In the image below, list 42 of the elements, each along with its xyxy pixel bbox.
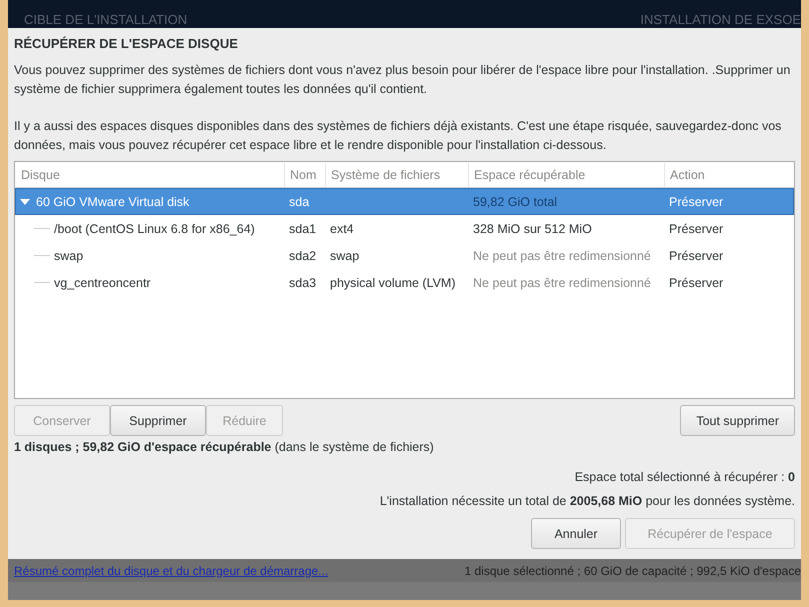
table-cell: ext4: [330, 222, 354, 236]
table-cell: 60 GiO VMware Virtual disk: [36, 194, 190, 208]
table-cell: /boot (CentOS Linux 6.8 for x86_64): [54, 222, 255, 236]
description-text: Il y a aussi des espaces disques disponibles dans des systèmes de fichiers déjà existants. C'est une étape risquée, sauvegardez-donc vos données, mais vous pouvez récupérer cet espace libre et le rendre disponible pour l'installation ci-dessous.: [14, 118, 782, 154]
table-cell: sda: [289, 194, 310, 208]
table-cell: swap: [54, 248, 84, 262]
cancel-button[interactable]: Annuler: [531, 518, 621, 549]
summary-text: 1 disques ; 59,82 GiO d'espace récupérable (dans le système de fichiers): [14, 439, 435, 456]
table-cell: Préserver: [669, 276, 724, 290]
table-cell: sda3: [289, 276, 316, 290]
column-header[interactable]: Système de fichiers: [325, 163, 468, 187]
selected-row[interactable]: 60 GiO VMware Virtual disk sda 59,82 GiO total Préserver: [15, 188, 794, 215]
page-title: CIBLE DE L'INSTALLATION: [24, 12, 188, 28]
table-row[interactable]: swap sda2 swap Ne peut pas être redimensionné Préserver: [15, 242, 794, 269]
table-cell: Préserver: [669, 222, 724, 236]
description-text: Vous pouvez supprimer des systèmes de fichiers dont vous n'avez plus besoin pour libérer de l'espace libre pour l'installation. .Supprimer un système de fichier supprimera également toutes les données qu'il contient.: [14, 62, 792, 98]
table-cell: Préserver: [669, 194, 724, 208]
table-cell: Ne peut pas être redimensionné: [473, 248, 651, 262]
table-cell: 59,82 GiO total: [473, 194, 558, 208]
table-row[interactable]: /boot (CentOS Linux 6.8 for x86_64) sda1 ext4 328 MiO sur 512 MiO Préserver: [15, 215, 794, 242]
table-cell: 328 MiO sur 512 MiO: [473, 222, 592, 236]
column-header[interactable]: Disque: [16, 163, 284, 187]
table-cell: physical volume (LVM): [330, 276, 456, 290]
table-cell: vg_centreoncentr: [54, 276, 151, 290]
product-title: INSTALLATION DE EXSOE: [640, 12, 801, 28]
summary-link[interactable]: Résumé complet du disque et du chargeur de démarrage...: [14, 564, 328, 578]
dialog-title: RÉCUPÉRER DE L'ESPACE DISQUE: [14, 36, 239, 51]
table-cell: swap: [330, 248, 360, 262]
expander-icon[interactable]: [20, 198, 30, 204]
action-button[interactable]: Supprimer: [110, 405, 206, 436]
column-header[interactable]: Action: [664, 163, 793, 187]
table-cell: Préserver: [669, 248, 724, 262]
delete-all-button[interactable]: Tout supprimer: [680, 405, 795, 436]
table-row[interactable]: vg_centreoncentr sda3 physical volume (LVM) Ne peut pas être redimensionné Préserver: [15, 269, 794, 296]
table-cell: sda2: [289, 248, 316, 262]
column-header[interactable]: Espace récupérable: [468, 163, 664, 187]
table-cell: Ne peut pas être redimensionné: [473, 276, 651, 290]
column-header[interactable]: Nom: [284, 163, 325, 187]
disk-info-text: 1 disque sélectionné ; 60 GiO de capacité ; 992,5 KiO d'espace: [464, 564, 801, 578]
table-cell: sda1: [289, 222, 316, 236]
selected-total-text: Espace total sélectionné à récupérer : 0: [574, 469, 795, 486]
required-space-text: L'installation nécessite un total de 2005,68 MiO pour les données système.: [378, 493, 795, 510]
